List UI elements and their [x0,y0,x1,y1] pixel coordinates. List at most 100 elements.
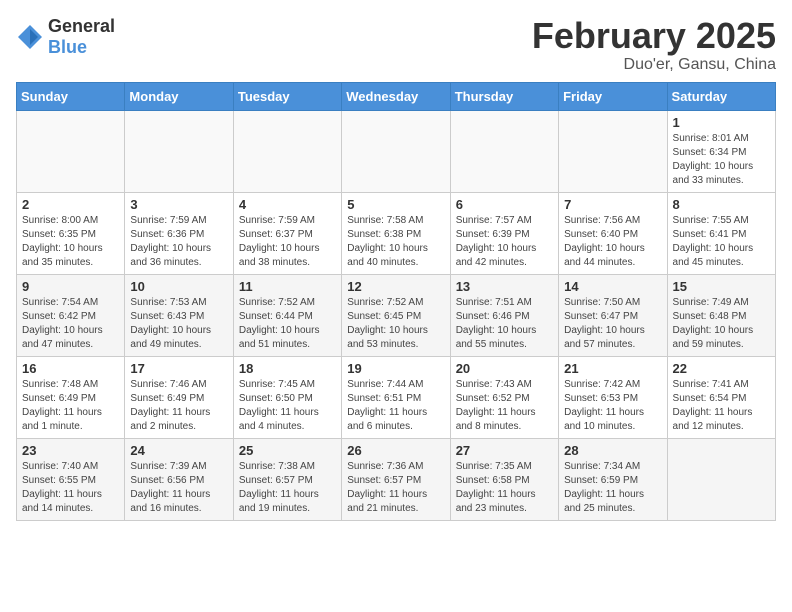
day-number: 21 [564,361,661,376]
day-number: 22 [673,361,770,376]
calendar-cell [17,110,125,192]
weekday-header-wednesday: Wednesday [342,82,450,110]
logo: General Blue [16,16,115,58]
day-number: 18 [239,361,336,376]
day-number: 28 [564,443,661,458]
calendar-cell: 2 Sunrise: 8:00 AM Sunset: 6:35 PM Daylig… [17,192,125,274]
weekday-header-thursday: Thursday [450,82,558,110]
calendar-subtitle: Duo'er, Gansu, China [532,56,776,74]
day-info: Sunrise: 7:44 AM Sunset: 6:51 PM Dayligh… [347,378,444,434]
calendar-cell: 4Sunrise: 7:59 AM Sunset: 6:37 PM Daylig… [233,192,341,274]
day-info: Sunrise: 7:42 AM Sunset: 6:53 PM Dayligh… [564,378,661,434]
day-number: 16 [22,361,119,376]
day-number: 10 [130,279,227,294]
day-number: 26 [347,443,444,458]
day-number: 6 [456,197,553,212]
day-info: Sunrise: 7:56 AM Sunset: 6:40 PM Dayligh… [564,214,661,270]
logo-icon [16,23,44,51]
day-info: Sunrise: 7:40 AM Sunset: 6:55 PM Dayligh… [22,460,119,516]
day-number: 23 [22,443,119,458]
day-number: 4 [239,197,336,212]
calendar-cell [559,110,667,192]
day-number: 25 [239,443,336,458]
calendar-cell: 18 Sunrise: 7:45 AM Sunset: 6:50 PM Dayli… [233,356,341,438]
calendar-cell: 26 Sunrise: 7:36 AM Sunset: 6:57 PM Dayli… [342,438,450,520]
day-number: 5 [347,197,444,212]
day-number: 2 [22,197,119,212]
day-info: Sunrise: 7:58 AM Sunset: 6:38 PM Dayligh… [347,214,444,270]
calendar-cell: 24Sunrise: 7:39 AM Sunset: 6:56 PM Dayli… [125,438,233,520]
day-info: Sunrise: 8:00 AM Sunset: 6:35 PM Dayligh… [22,214,119,270]
calendar-cell: 17 Sunrise: 7:46 AM Sunset: 6:49 PM Dayli… [125,356,233,438]
day-info: Sunrise: 7:38 AM Sunset: 6:57 PM Dayligh… [239,460,336,516]
calendar-table: SundayMondayTuesdayWednesdayThursdayFrid… [16,82,776,521]
weekday-header-tuesday: Tuesday [233,82,341,110]
day-info: Sunrise: 7:35 AM Sunset: 6:58 PM Dayligh… [456,460,553,516]
day-info: Sunrise: 7:49 AM Sunset: 6:48 PM Dayligh… [673,296,770,352]
weekday-header-sunday: Sunday [17,82,125,110]
day-number: 11 [239,279,336,294]
day-info: Sunrise: 7:43 AM Sunset: 6:52 PM Dayligh… [456,378,553,434]
weekday-header-monday: Monday [125,82,233,110]
calendar-week-row: 23 Sunrise: 7:40 AM Sunset: 6:55 PM Dayli… [17,438,776,520]
day-number: 14 [564,279,661,294]
page-header: General Blue February 2025 Duo'er, Gansu… [16,16,776,74]
calendar-cell [125,110,233,192]
weekday-header-friday: Friday [559,82,667,110]
calendar-cell: 13 Sunrise: 7:51 AM Sunset: 6:46 PM Dayli… [450,274,558,356]
calendar-cell: 14 Sunrise: 7:50 AM Sunset: 6:47 PM Dayli… [559,274,667,356]
day-number: 3 [130,197,227,212]
calendar-cell: 3 Sunrise: 7:59 AM Sunset: 6:36 PM Daylig… [125,192,233,274]
day-info: Sunrise: 7:50 AM Sunset: 6:47 PM Dayligh… [564,296,661,352]
day-info: Sunrise: 7:41 AM Sunset: 6:54 PM Dayligh… [673,378,770,434]
logo-wordmark: General Blue [48,16,115,58]
day-number: 7 [564,197,661,212]
calendar-cell [450,110,558,192]
day-info: Sunrise: 8:01 AM Sunset: 6:34 PM Dayligh… [673,132,770,188]
title-block: February 2025 Duo'er, Gansu, China [532,16,776,74]
calendar-cell: 1 Sunrise: 8:01 AM Sunset: 6:34 PM Daylig… [667,110,775,192]
day-info: Sunrise: 7:48 AM Sunset: 6:49 PM Dayligh… [22,378,119,434]
calendar-cell: 25 Sunrise: 7:38 AM Sunset: 6:57 PM Dayli… [233,438,341,520]
calendar-cell: 10 Sunrise: 7:53 AM Sunset: 6:43 PM Dayli… [125,274,233,356]
calendar-cell: 11 Sunrise: 7:52 AM Sunset: 6:44 PM Dayli… [233,274,341,356]
calendar-cell: 12 Sunrise: 7:52 AM Sunset: 6:45 PM Dayli… [342,274,450,356]
calendar-week-row: 16 Sunrise: 7:48 AM Sunset: 6:49 PM Dayli… [17,356,776,438]
day-info: Sunrise: 7:46 AM Sunset: 6:49 PM Dayligh… [130,378,227,434]
calendar-header-row: SundayMondayTuesdayWednesdayThursdayFrid… [17,82,776,110]
calendar-cell: 28 Sunrise: 7:34 AM Sunset: 6:59 PM Dayli… [559,438,667,520]
day-number: 1 [673,115,770,130]
day-number: 13 [456,279,553,294]
weekday-header-saturday: Saturday [667,82,775,110]
calendar-week-row: 1 Sunrise: 8:01 AM Sunset: 6:34 PM Daylig… [17,110,776,192]
calendar-cell [342,110,450,192]
day-info: Sunrise: 7:52 AM Sunset: 6:44 PM Dayligh… [239,296,336,352]
day-info: Sunrise: 7:53 AM Sunset: 6:43 PM Dayligh… [130,296,227,352]
day-info: Sunrise: 7:52 AM Sunset: 6:45 PM Dayligh… [347,296,444,352]
day-info: Sunrise: 7:51 AM Sunset: 6:46 PM Dayligh… [456,296,553,352]
day-number: 20 [456,361,553,376]
day-number: 8 [673,197,770,212]
calendar-cell [233,110,341,192]
calendar-body: 1 Sunrise: 8:01 AM Sunset: 6:34 PM Daylig… [17,110,776,520]
calendar-cell [667,438,775,520]
calendar-cell: 21 Sunrise: 7:42 AM Sunset: 6:53 PM Dayli… [559,356,667,438]
calendar-cell: 27 Sunrise: 7:35 AM Sunset: 6:58 PM Dayli… [450,438,558,520]
calendar-cell: 15Sunrise: 7:49 AM Sunset: 6:48 PM Dayli… [667,274,775,356]
calendar-week-row: 2 Sunrise: 8:00 AM Sunset: 6:35 PM Daylig… [17,192,776,274]
day-number: 12 [347,279,444,294]
day-info: Sunrise: 7:36 AM Sunset: 6:57 PM Dayligh… [347,460,444,516]
calendar-cell: 8Sunrise: 7:55 AM Sunset: 6:41 PM Daylig… [667,192,775,274]
calendar-cell: 19Sunrise: 7:44 AM Sunset: 6:51 PM Dayli… [342,356,450,438]
calendar-cell: 6Sunrise: 7:57 AM Sunset: 6:39 PM Daylig… [450,192,558,274]
calendar-cell: 22 Sunrise: 7:41 AM Sunset: 6:54 PM Dayli… [667,356,775,438]
day-info: Sunrise: 7:34 AM Sunset: 6:59 PM Dayligh… [564,460,661,516]
day-number: 17 [130,361,227,376]
calendar-title: February 2025 [532,16,776,56]
calendar-cell: 16 Sunrise: 7:48 AM Sunset: 6:49 PM Dayli… [17,356,125,438]
day-info: Sunrise: 7:39 AM Sunset: 6:56 PM Dayligh… [130,460,227,516]
day-number: 27 [456,443,553,458]
day-number: 9 [22,279,119,294]
day-info: Sunrise: 7:59 AM Sunset: 6:36 PM Dayligh… [130,214,227,270]
day-info: Sunrise: 7:45 AM Sunset: 6:50 PM Dayligh… [239,378,336,434]
